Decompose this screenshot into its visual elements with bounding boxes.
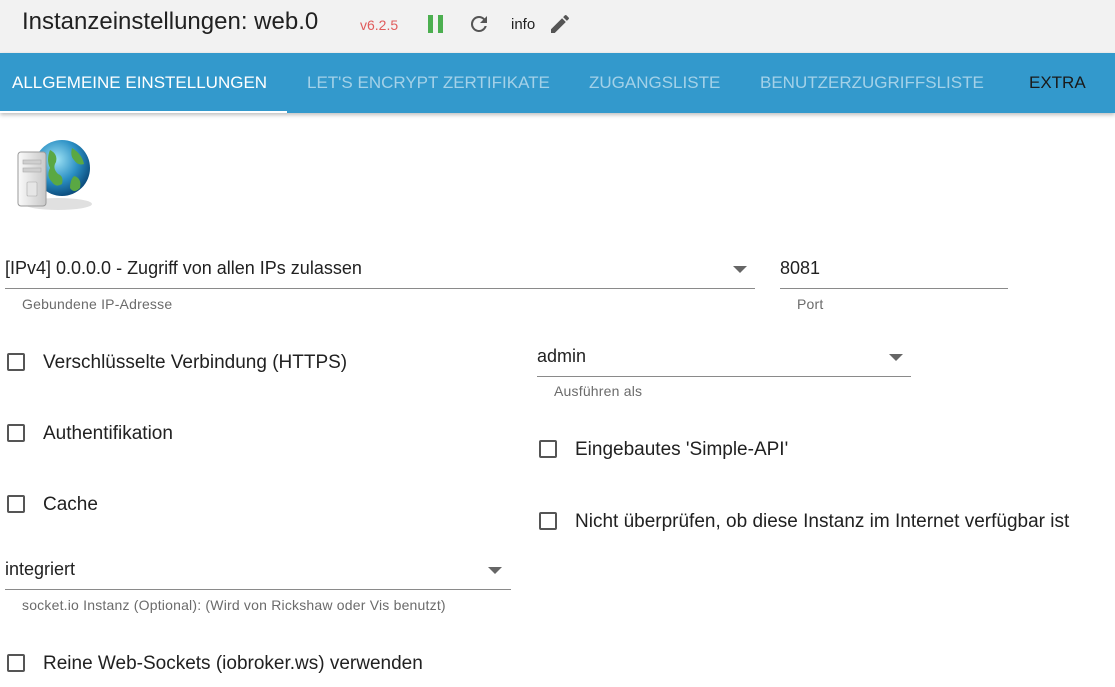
socketio-helper: socket.io Instanz (Optional): (Wird von … [22, 597, 446, 613]
pause-icon[interactable] [428, 15, 444, 33]
port-input[interactable]: 8081 [780, 258, 1008, 289]
tab-lets-encrypt[interactable]: LET'S ENCRYPT ZERTIFIKATE [307, 53, 550, 113]
page-title: Instanzeinstellungen: web.0 [22, 8, 319, 35]
bind-ip-value: [IPv4] 0.0.0.0 - Zugriff von allen IPs z… [5, 258, 362, 278]
tab-access-list[interactable]: ZUGANGSLISTE [589, 53, 720, 113]
no-check-label: Nicht überprüfen, ob diese Instanz im In… [575, 511, 1070, 532]
port-value: 8081 [780, 258, 821, 278]
tab-user-access-list[interactable]: BENUTZERZUGRIFFSLISTE [760, 53, 984, 113]
auth-label: Authentifikation [43, 423, 173, 444]
cache-label: Cache [43, 494, 98, 515]
simple-api-label: Eingebautes 'Simple-API' [575, 439, 789, 460]
cache-checkbox[interactable] [7, 495, 25, 513]
run-as-value: admin [537, 346, 587, 366]
dropdown-arrow-icon [733, 266, 747, 273]
tab-bar: ALLGEMEINE EINSTELLUNGEN LET'S ENCRYPT Z… [0, 53, 1115, 113]
server-globe-icon [17, 140, 92, 210]
dropdown-arrow-icon [488, 567, 502, 574]
pure-ws-label: Reine Web-Sockets (iobroker.ws) verwende… [43, 653, 423, 674]
https-label: Verschlüsselte Verbindung (HTTPS) [43, 352, 348, 373]
tab-general-settings[interactable]: ALLGEMEINE EINSTELLUNGEN [12, 53, 267, 113]
info-label: info [511, 16, 536, 33]
pure-ws-checkbox[interactable] [7, 654, 25, 672]
bind-ip-helper: Gebundene IP-Adresse [22, 296, 173, 312]
https-checkbox[interactable] [7, 353, 25, 371]
dropdown-arrow-icon [889, 354, 903, 361]
header-bar: Instanzeinstellungen: web.0 v6.2.5 info [0, 0, 1115, 53]
port-helper: Port [797, 296, 824, 312]
run-as-helper: Ausführen als [554, 383, 643, 399]
tab-extra[interactable]: EXTRA [1029, 53, 1086, 113]
socketio-select[interactable]: integriert [5, 559, 511, 590]
auth-checkbox[interactable] [7, 424, 25, 442]
active-tab-indicator [0, 111, 287, 113]
bind-ip-select[interactable]: [IPv4] 0.0.0.0 - Zugriff von allen IPs z… [5, 258, 755, 289]
no-check-checkbox[interactable] [539, 512, 557, 530]
version-label: v6.2.5 [360, 17, 399, 33]
run-as-select[interactable]: admin [537, 346, 911, 377]
simple-api-checkbox[interactable] [539, 440, 557, 458]
edit-icon[interactable] [548, 12, 572, 36]
socketio-value: integriert [5, 559, 76, 579]
reload-icon[interactable] [467, 12, 491, 36]
